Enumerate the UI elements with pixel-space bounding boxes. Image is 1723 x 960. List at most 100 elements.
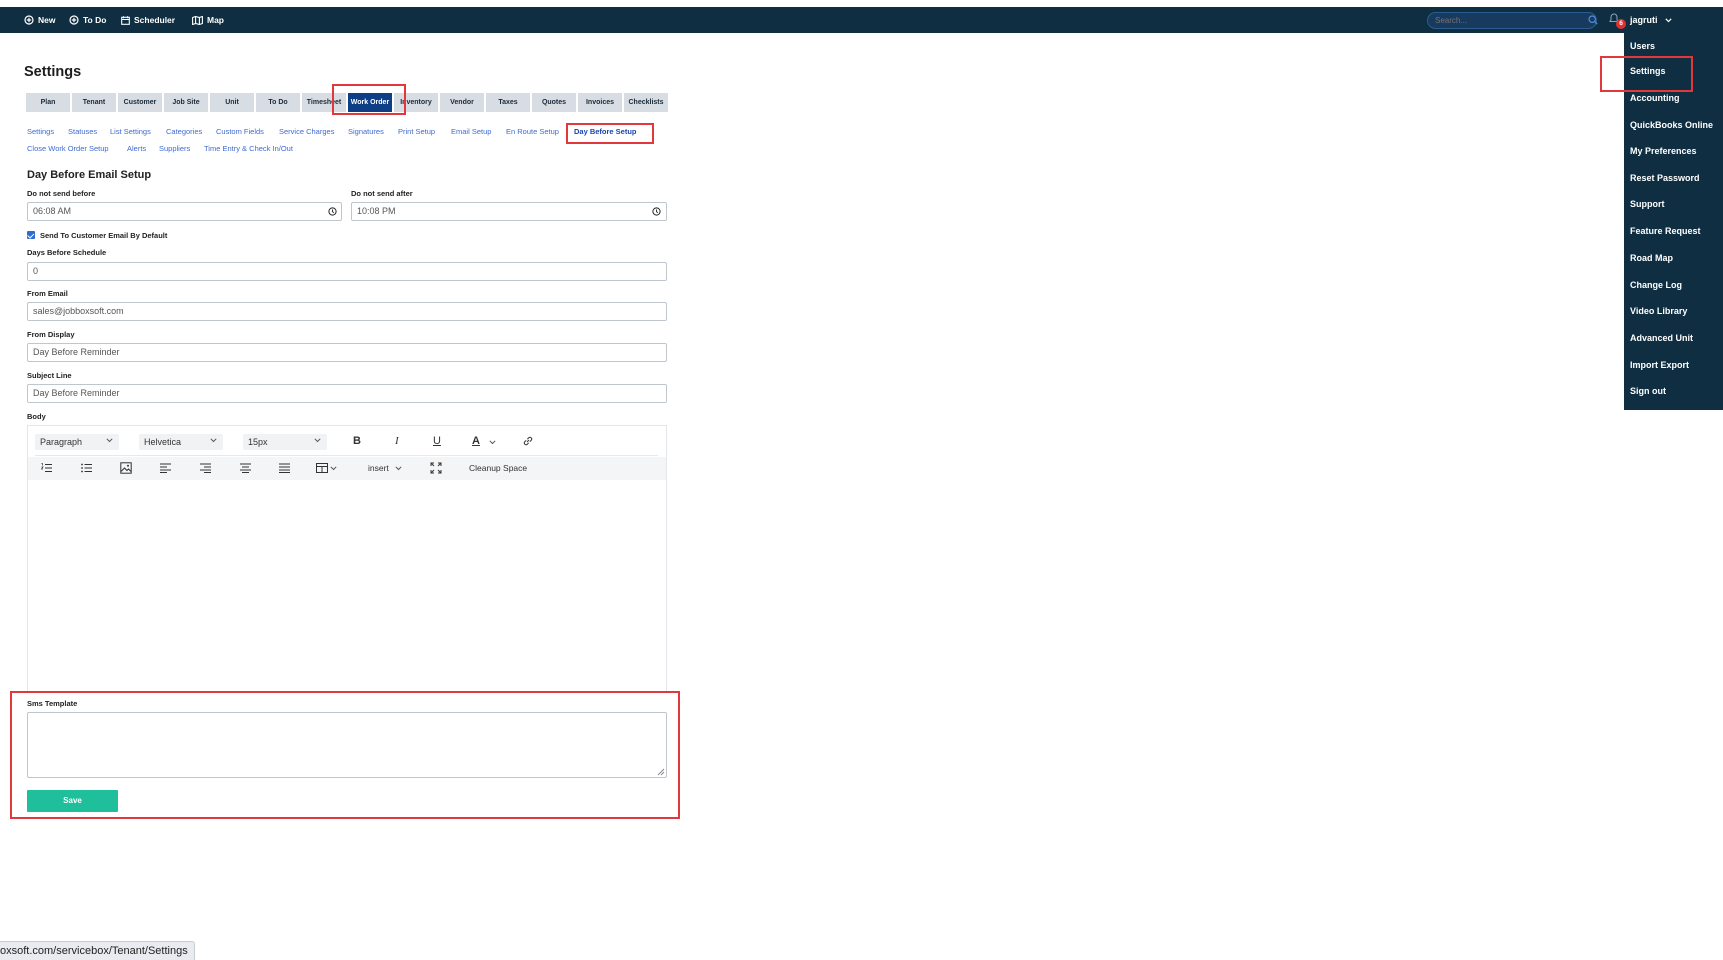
chevron-down-icon[interactable] — [489, 440, 496, 445]
text-color-button[interactable]: A — [472, 435, 480, 447]
underline-button[interactable]: U — [433, 435, 441, 447]
tab-to-do[interactable]: To Do — [256, 93, 301, 112]
menu-item-quickbooks-online[interactable]: QuickBooks Online — [1630, 120, 1713, 130]
sublink-email-setup[interactable]: Email Setup — [451, 127, 491, 136]
font-size-value: 15px — [248, 437, 268, 447]
user-menu-toggle[interactable]: jagruti — [1630, 7, 1672, 33]
todo-button[interactable]: To Do — [69, 7, 106, 33]
menu-item-sign-out[interactable]: Sign out — [1630, 386, 1666, 396]
chevron-down-icon — [210, 438, 217, 443]
fullscreen-icon[interactable] — [430, 462, 442, 474]
top-navbar: New To Do Scheduler Map 6 jagruti — [0, 7, 1723, 33]
sublink-list-settings[interactable]: List Settings — [110, 127, 151, 136]
editor-toolbar-row-2: insert Cleanup Space — [28, 457, 666, 480]
sublink-time-entry[interactable]: Time Entry & Check In/Out — [204, 144, 293, 153]
todo-label: To Do — [83, 15, 107, 25]
tab-taxes[interactable]: Taxes — [486, 93, 531, 112]
send-default-label: Send To Customer Email By Default — [40, 231, 168, 240]
menu-item-support[interactable]: Support — [1630, 199, 1665, 209]
menu-item-accounting[interactable]: Accounting — [1630, 93, 1680, 103]
menu-item-advanced-unit[interactable]: Advanced Unit — [1630, 333, 1693, 343]
days-before-input[interactable]: 0 — [27, 262, 667, 281]
not-after-time-field[interactable]: 10:08 PM — [351, 202, 667, 221]
tab-checklists[interactable]: Checklists — [624, 93, 669, 112]
body-rich-text-editor[interactable]: Paragraph Helvetica 15px B I U A insert … — [27, 425, 667, 693]
search-icon[interactable] — [1588, 15, 1598, 25]
tab-quotes[interactable]: Quotes — [532, 93, 577, 112]
image-icon[interactable] — [120, 462, 132, 474]
clock-icon[interactable] — [652, 207, 661, 216]
align-left-icon[interactable] — [160, 463, 171, 473]
menu-item-road-map[interactable]: Road Map — [1630, 253, 1673, 263]
map-icon — [192, 15, 203, 25]
body-label: Body — [27, 412, 46, 421]
chevron-down-icon — [106, 438, 113, 443]
from-email-label: From Email — [27, 289, 68, 298]
menu-item-reset-password[interactable]: Reset Password — [1630, 173, 1700, 183]
bullet-list-icon[interactable] — [81, 463, 92, 473]
search-input[interactable] — [1427, 12, 1597, 29]
tab-plan[interactable]: Plan — [26, 93, 71, 112]
ordered-list-icon[interactable] — [41, 463, 52, 473]
highlight-day-before-setup — [566, 123, 654, 144]
menu-item-feature-request[interactable]: Feature Request — [1630, 226, 1701, 236]
cleanup-space-button[interactable]: Cleanup Space — [469, 463, 527, 473]
font-family-value: Helvetica — [144, 437, 182, 447]
align-justify-icon[interactable] — [279, 463, 290, 473]
sublink-settings[interactable]: Settings — [27, 127, 54, 136]
sublink-service-charges[interactable]: Service Charges — [279, 127, 334, 136]
new-button[interactable]: New — [24, 7, 55, 33]
sublink-custom-fields[interactable]: Custom Fields — [216, 127, 264, 136]
page-title: Settings — [24, 64, 82, 80]
clock-icon[interactable] — [328, 207, 337, 216]
tab-tenant[interactable]: Tenant — [72, 93, 117, 112]
tab-unit[interactable]: Unit — [210, 93, 255, 112]
highlight-settings-menu-item — [1600, 56, 1693, 92]
sublink-signatures[interactable]: Signatures — [348, 127, 384, 136]
sublink-print-setup[interactable]: Print Setup — [398, 127, 435, 136]
sublink-suppliers[interactable]: Suppliers — [159, 144, 190, 153]
sublink-alerts[interactable]: Alerts — [127, 144, 146, 153]
menu-item-my-preferences[interactable]: My Preferences — [1630, 146, 1697, 156]
font-family-select[interactable]: Helvetica — [139, 434, 223, 450]
menu-item-change-log[interactable]: Change Log — [1630, 280, 1682, 290]
from-display-input[interactable]: Day Before Reminder — [27, 343, 667, 362]
map-label: Map — [207, 15, 224, 25]
sublink-statuses[interactable]: Statuses — [68, 127, 97, 136]
chevron-down-icon[interactable] — [395, 466, 402, 471]
map-button[interactable]: Map — [192, 7, 224, 33]
block-format-select[interactable]: Paragraph — [35, 434, 119, 450]
italic-button[interactable]: I — [395, 435, 399, 447]
menu-item-import-export[interactable]: Import Export — [1630, 360, 1689, 370]
tab-vendor[interactable]: Vendor — [440, 93, 485, 112]
tab-job-site[interactable]: Job Site — [164, 93, 209, 112]
send-default-checkbox[interactable] — [27, 231, 35, 239]
status-bar-url: oxsoft.com/servicebox/Tenant/Settings — [0, 941, 195, 960]
plus-circle-icon — [69, 15, 79, 25]
subject-line-input[interactable]: Day Before Reminder — [27, 384, 667, 403]
chevron-down-icon[interactable] — [330, 466, 337, 471]
sublink-en-route-setup[interactable]: En Route Setup — [506, 127, 559, 136]
tab-customer[interactable]: Customer — [118, 93, 163, 112]
sublink-categories[interactable]: Categories — [166, 127, 202, 136]
from-email-input[interactable]: sales@jobboxsoft.com — [27, 302, 667, 321]
table-icon[interactable] — [316, 463, 328, 473]
subject-line-label: Subject Line — [27, 371, 72, 380]
menu-item-video-library[interactable]: Video Library — [1630, 306, 1687, 316]
new-label: New — [38, 15, 56, 25]
scheduler-label: Scheduler — [134, 15, 176, 25]
calendar-icon — [121, 15, 130, 25]
align-center-icon[interactable] — [240, 463, 251, 473]
align-right-icon[interactable] — [200, 463, 211, 473]
sublink-close-work-order-setup[interactable]: Close Work Order Setup — [27, 144, 109, 153]
font-size-select[interactable]: 15px — [243, 434, 327, 450]
not-before-time-field[interactable]: 06:08 AM — [27, 202, 342, 221]
scheduler-button[interactable]: Scheduler — [121, 7, 175, 33]
insert-menu[interactable]: insert — [368, 463, 389, 473]
tab-invoices[interactable]: Invoices — [578, 93, 623, 112]
notification-badge: 6 — [1616, 19, 1626, 29]
link-icon[interactable] — [522, 435, 534, 447]
bold-button[interactable]: B — [353, 435, 361, 447]
menu-item-users[interactable]: Users — [1630, 41, 1655, 51]
highlight-sms-template-section — [10, 691, 680, 819]
